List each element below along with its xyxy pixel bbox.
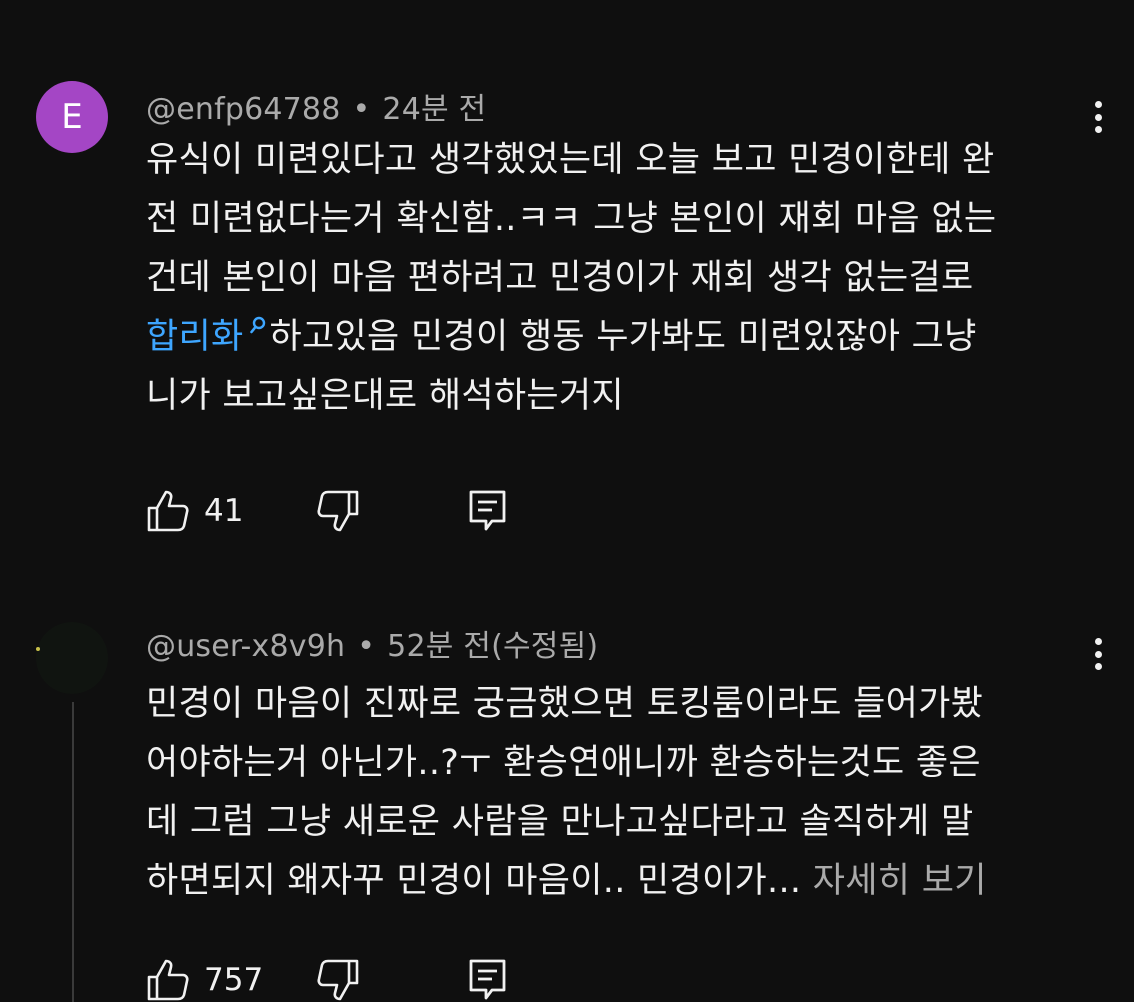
avatar[interactable]: E — [36, 81, 108, 153]
like-button[interactable]: 41 — [146, 489, 316, 533]
meta-separator: • — [357, 629, 376, 664]
dislike-button[interactable] — [316, 489, 468, 533]
comments-page: E @enfp64788 • 24분 전 유식이 미련있다고 생각했었는데 오늘 보… — [0, 0, 1134, 1002]
comment-meta: @enfp64788 • 24분 전 — [146, 84, 486, 128]
thumbs-up-icon — [146, 489, 190, 533]
reply-icon — [468, 958, 508, 1002]
like-count: 757 — [204, 962, 264, 998]
comment-username[interactable]: @enfp64788 — [146, 92, 341, 127]
comment-actions: 757 — [146, 955, 508, 1002]
reply-icon — [468, 489, 508, 533]
comment-line: 합리화 하고있음 민경이 행동 누가봐도 미련있잖아 그냥 — [146, 308, 1096, 367]
like-count: 41 — [204, 493, 244, 529]
read-more-link[interactable]: 자세히 보기 — [813, 861, 987, 901]
thumbs-up-icon — [146, 958, 190, 1002]
comment-line: 데 그럼 그냥 새로운 사람을 만나고싶다라고 솔직하게 말 — [146, 802, 974, 842]
comment-line: 유식이 미련있다고 생각했었는데 오늘 보고 민경이한테 완 — [146, 140, 995, 180]
dislike-button[interactable] — [316, 958, 468, 1002]
thumbs-down-icon — [316, 489, 360, 533]
hashtag-link[interactable]: 합리화 — [146, 316, 270, 357]
comment-last-line: 하면되지 왜자꾸 민경이 마음이.. 민경이가... — [146, 861, 802, 901]
comment-meta: @user-x8v9h • 52분 전(수정됨) — [146, 621, 598, 665]
search-icon — [249, 316, 268, 336]
comment-line: 어야하는거 아닌가..?ㅜ 환승연애니까 환승하는것도 좋은 — [146, 743, 981, 783]
comment-time: 24분 전 — [382, 92, 487, 127]
comment-line: 민경이 마음이 진짜로 궁금했으면 토킹룸이라도 들어가봤 — [146, 684, 984, 724]
comment-username[interactable]: @user-x8v9h — [146, 629, 345, 664]
thumbs-down-icon — [316, 958, 360, 1002]
more-vertical-icon[interactable] — [1086, 634, 1110, 674]
hashtag-text: 합리화 — [146, 317, 244, 357]
comment-text-after-hashtag: 하고있음 민경이 행동 누가봐도 미련있잖아 그냥 — [269, 317, 977, 357]
like-button[interactable]: 757 — [146, 958, 316, 1002]
reply-button[interactable] — [468, 958, 508, 1002]
comment-line: 전 미련없다는거 확신함..ㅋㅋ 그냥 본인이 재회 마음 없는 — [146, 199, 997, 239]
thread-line — [72, 702, 74, 1002]
meta-separator: • — [352, 92, 371, 127]
comment-text: 유식이 미련있다고 생각했었는데 오늘 보고 민경이한테 완 전 미련없다는거 … — [146, 131, 1096, 426]
comment-time: 52분 전(수정됨) — [387, 629, 599, 664]
comment-text: 민경이 마음이 진짜로 궁금했으면 토킹룸이라도 들어가봤 어야하는거 아닌가.… — [146, 675, 1096, 911]
comment-line: 건데 본인이 마음 편하려고 민경이가 재회 생각 없는걸로 — [146, 258, 974, 298]
reply-button[interactable] — [468, 489, 508, 533]
comment-actions: 41 — [146, 486, 508, 536]
comment-line: 하면되지 왜자꾸 민경이 마음이.. 민경이가... 자세히 보기 — [146, 852, 1096, 911]
comment-line: 니가 보고싶은대로 해석하는거지 — [146, 376, 624, 416]
avatar[interactable] — [36, 622, 108, 694]
avatar-image — [36, 647, 40, 651]
avatar-letter: E — [61, 97, 83, 137]
